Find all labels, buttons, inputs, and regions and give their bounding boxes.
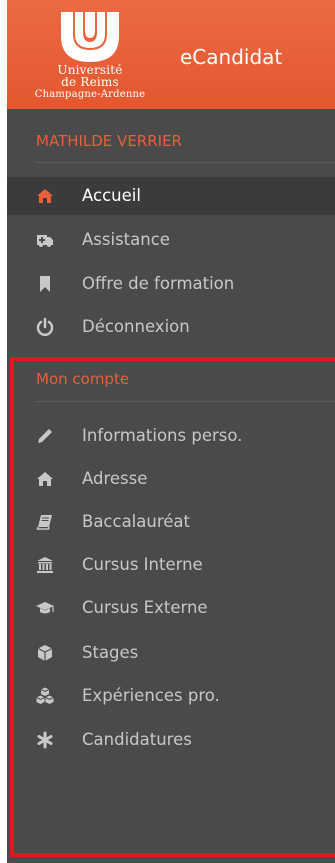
nav-item-label: Accueil bbox=[82, 186, 141, 205]
nav-item-label: Assistance bbox=[82, 230, 170, 249]
nav-item-informations-perso[interactable]: Informations perso. bbox=[7, 417, 335, 455]
logo-line-3: Champagne-Ardenne bbox=[34, 89, 146, 100]
bookmark-icon bbox=[40, 276, 50, 292]
graduation-cap-icon bbox=[36, 602, 54, 614]
nav-item-offre-de-formation[interactable]: Offre de formation bbox=[7, 265, 335, 303]
nav-item-label: Déconnexion bbox=[82, 317, 190, 336]
cubes-icon bbox=[36, 687, 54, 704]
home-icon bbox=[37, 189, 53, 203]
ambulance-icon bbox=[37, 235, 53, 247]
nav-item-label: Candidatures bbox=[82, 730, 192, 749]
nav-item-label: Offre de formation bbox=[82, 274, 235, 293]
institution-icon bbox=[37, 557, 53, 573]
nav-item-cursus-interne[interactable]: Cursus Interne bbox=[7, 546, 335, 584]
cube-icon bbox=[37, 645, 53, 661]
section-title-mon-compte: Mon compte bbox=[36, 370, 130, 388]
pencil-icon bbox=[38, 429, 52, 443]
nav-item-candidatures[interactable]: Candidatures bbox=[7, 721, 335, 759]
nav-item-cursus-externe[interactable]: Cursus Externe bbox=[7, 589, 335, 627]
nav-item-deconnexion[interactable]: Déconnexion bbox=[7, 308, 335, 346]
divider bbox=[35, 401, 335, 402]
university-logo[interactable]: Université de Reims Champagne-Ardenne bbox=[15, 10, 165, 102]
nav-item-label: Informations perso. bbox=[82, 426, 243, 445]
nav-item-baccalaureat[interactable]: Baccalauréat bbox=[7, 503, 335, 541]
nav-item-label: Adresse bbox=[82, 469, 148, 488]
nav-item-label: Expériences pro. bbox=[82, 686, 220, 705]
book-icon bbox=[36, 515, 52, 530]
asterisk-icon bbox=[37, 731, 53, 749]
nav-item-assistance[interactable]: Assistance bbox=[7, 221, 335, 259]
nav-item-accueil[interactable]: Accueil bbox=[7, 177, 335, 215]
app-title[interactable]: eCandidat bbox=[180, 44, 282, 70]
home-icon bbox=[37, 472, 53, 486]
nav-item-label: Cursus Interne bbox=[82, 555, 203, 574]
nav-item-label: Stages bbox=[82, 643, 139, 662]
logo-line-2: de Reims bbox=[61, 75, 119, 89]
nav-item-label: Cursus Externe bbox=[82, 598, 208, 617]
header: Université de Reims Champagne-Ardenne eC… bbox=[7, 0, 335, 109]
nav-item-adresse[interactable]: Adresse bbox=[7, 460, 335, 498]
nav-item-label: Baccalauréat bbox=[82, 512, 190, 531]
nav-item-stages[interactable]: Stages bbox=[7, 634, 335, 672]
nav-item-experiences-pro[interactable]: Expériences pro. bbox=[7, 677, 335, 715]
logo-emblem-icon bbox=[61, 12, 119, 62]
power-icon bbox=[36, 317, 54, 336]
divider bbox=[35, 162, 335, 163]
user-name: MATHILDE VERRIER bbox=[36, 132, 182, 150]
app-frame: Université de Reims Champagne-Ardenne eC… bbox=[7, 0, 335, 863]
